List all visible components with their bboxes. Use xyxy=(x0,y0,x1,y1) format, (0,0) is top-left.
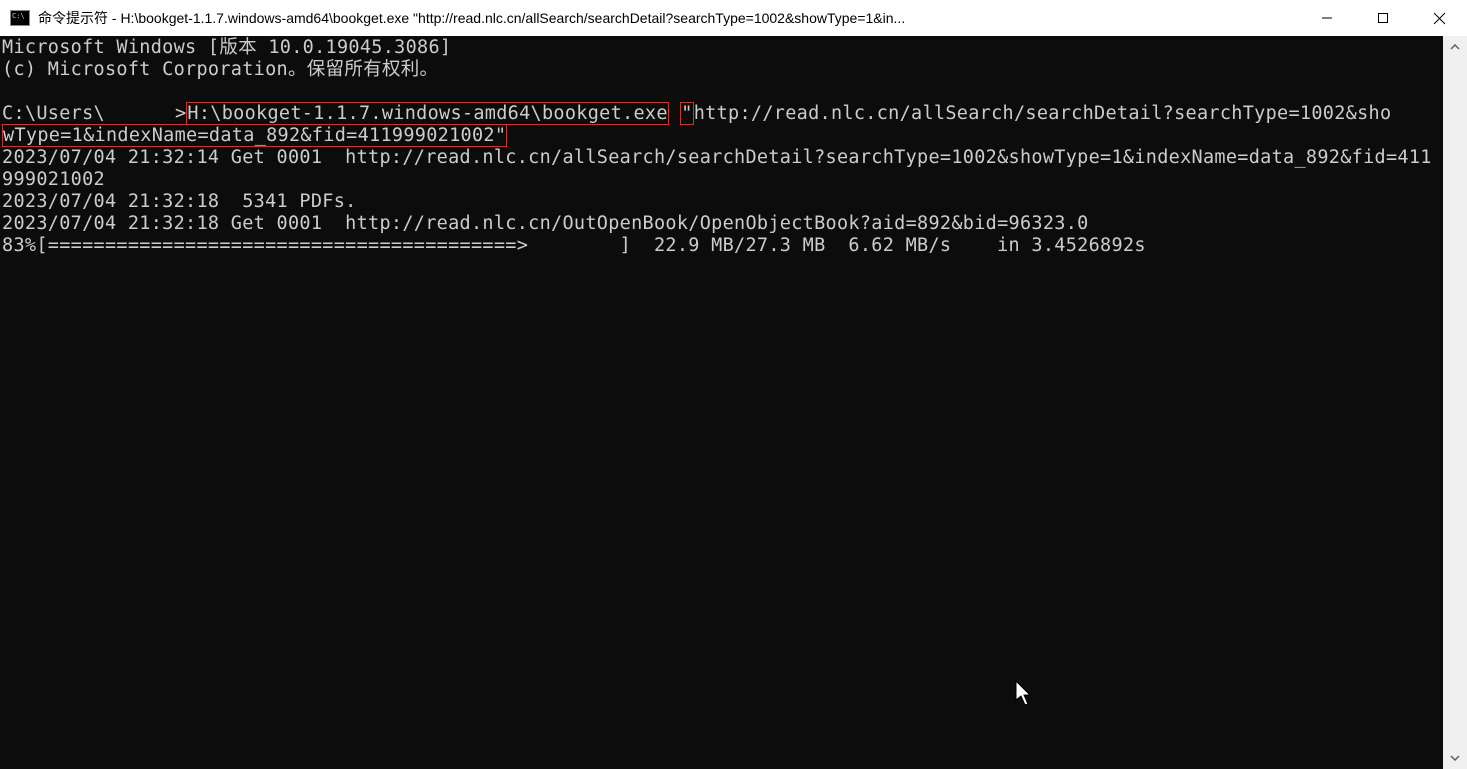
window-controls xyxy=(1299,0,1467,36)
log-line-2: 2023/07/04 21:32:18 5341 PDFs. xyxy=(2,191,357,212)
cmd-url-1: http://read.nlc.cn/allSearch/searchDetai… xyxy=(694,103,1392,124)
chevron-up-icon xyxy=(1450,44,1460,50)
cmd-icon xyxy=(10,10,30,26)
scroll-up-arrow-icon[interactable] xyxy=(1443,36,1467,58)
prompt-path: C:\Users\ xyxy=(2,103,105,124)
minimize-button[interactable] xyxy=(1299,0,1355,36)
highlight-quote-open: " xyxy=(680,102,693,125)
close-icon xyxy=(1433,12,1446,25)
highlight-exe-path: H:\bookget-1.1.7.windows-amd64\bookget.e… xyxy=(186,102,668,125)
window-titlebar[interactable]: 命令提示符 - H:\bookget-1.1.7.windows-amd64\b… xyxy=(0,0,1467,36)
prompt-gt: > xyxy=(175,103,186,124)
close-button[interactable] xyxy=(1411,0,1467,36)
progress-bar-line: 83%[====================================… xyxy=(2,235,1146,256)
minimize-icon xyxy=(1321,12,1333,24)
quote-close: " xyxy=(495,125,506,146)
log-line-3: 2023/07/04 21:32:18 Get 0001 http://read… xyxy=(2,213,1089,234)
copyright-line: (c) Microsoft Corporation。保留所有权利。 xyxy=(2,59,438,80)
scroll-track[interactable] xyxy=(1443,58,1467,747)
log-line-1: 2023/07/04 21:32:14 Get 0001 http://read… xyxy=(2,147,1432,190)
version-line: Microsoft Windows [版本 10.0.19045.3086] xyxy=(2,37,451,58)
window-title: 命令提示符 - H:\bookget-1.1.7.windows-amd64\b… xyxy=(38,8,1299,28)
maximize-button[interactable] xyxy=(1355,0,1411,36)
vertical-scrollbar[interactable] xyxy=(1443,36,1467,769)
cmd-url-2: wType=1&indexName=data_892&fid=411999021… xyxy=(3,125,495,146)
maximize-icon xyxy=(1377,12,1389,24)
scroll-down-arrow-icon[interactable] xyxy=(1443,747,1467,769)
chevron-down-icon xyxy=(1450,755,1460,761)
highlight-url-tail: wType=1&indexName=data_892&fid=411999021… xyxy=(2,124,507,147)
terminal-output[interactable]: Microsoft Windows [版本 10.0.19045.3086] (… xyxy=(0,36,1443,769)
